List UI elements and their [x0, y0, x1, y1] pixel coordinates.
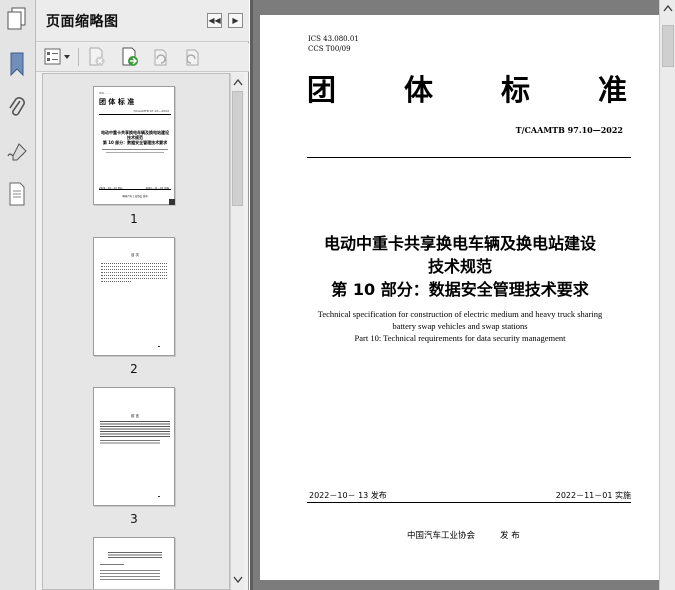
thumbnails-toolbar [36, 43, 249, 72]
thumb-page-mark [158, 346, 160, 347]
thumb-rule [99, 189, 171, 190]
options-menu-button[interactable] [44, 47, 72, 67]
thumb-toc-heading: 目 次 [130, 253, 140, 257]
insert-pages-button[interactable] [119, 47, 141, 67]
ccs-code: CCS T00/09 [308, 45, 351, 53]
title-line2: 技术规范 [427, 257, 492, 276]
publisher-action: 发 布 [500, 531, 520, 541]
ics-code: ICS 43.080.01 [308, 35, 359, 43]
header-rule [307, 157, 631, 158]
thumbnails-scrollbar[interactable] [230, 73, 244, 590]
rotate-right-icon [186, 49, 199, 66]
double-chevron-left-icon: ◀◀ [208, 15, 221, 25]
page-thumbnail-3[interactable]: 前 言 [93, 387, 175, 506]
toolbar-separator [78, 48, 79, 66]
thumb-text-block [100, 570, 160, 580]
thumb-foreword-heading: 前 言 [130, 414, 140, 418]
pdf-viewer-window: 页面缩略图 ◀◀ ▶ ICS ······· 团 体 标 准 T/CAAMTB … [0, 0, 675, 590]
current-page-marker [169, 199, 175, 205]
thumb-ics: ICS ······· [99, 91, 112, 95]
thumb-toc-line [101, 272, 167, 273]
collapse-panel-button[interactable]: ◀◀ [207, 13, 222, 28]
thumb-en-line [102, 149, 168, 150]
implementation-date: 2022－11－01 实施 [555, 491, 631, 500]
thumb-text-block [108, 552, 162, 559]
thumb-toc-line [101, 281, 131, 282]
scroll-up-icon[interactable] [233, 78, 243, 86]
document-heading: 团 体 标 准 [307, 67, 627, 109]
expand-panel-button[interactable]: ▶ [228, 13, 243, 28]
thumb-text-line [100, 564, 124, 565]
thumb-toc-line [101, 266, 167, 267]
heading-char: 体 [403, 73, 433, 107]
thumbnail-page-number: 1 [130, 212, 138, 226]
thumb-heading: 团 体 标 准 [99, 98, 135, 106]
title-line3: 第 10 部分：数据安全管理技术要求 [331, 280, 589, 299]
english-title-line2: battery swap vehicles and swap stations [392, 321, 528, 331]
document-view: ICS 43.080.01 CCS T00/09 团 体 标 准 T/CAAMT… [250, 0, 675, 590]
thumb-toc-line [101, 263, 167, 264]
title-line1: 电动中重卡共享换电车辆及换电站建设 [323, 234, 596, 253]
page-thumbnail-2[interactable]: 目 次 [93, 237, 175, 356]
document-title: 电动中重卡共享换电车辆及换电站建设 技术规范 第 10 部分：数据安全管理技术要… [280, 232, 640, 301]
layers-page-icon[interactable] [4, 180, 30, 208]
page-thumbnail-1[interactable]: ICS ······· 团 体 标 准 T/CAAMTB 97.10—2022 … [93, 86, 175, 205]
heading-char: 准 [597, 73, 627, 107]
scroll-thumb[interactable] [662, 25, 674, 67]
document-page: ICS 43.080.01 CCS T00/09 团 体 标 准 T/CAAMT… [260, 15, 660, 580]
thumb-toc-line [101, 269, 167, 270]
thumb-page-mark [158, 496, 160, 497]
thumb-title-line3: 第 10 部分：数据安全管理技术要求 [102, 140, 168, 145]
attachments-icon[interactable] [4, 94, 30, 122]
list-options-icon [44, 48, 70, 65]
navigation-rail [0, 0, 36, 590]
thumb-text-block [100, 421, 170, 437]
rotate-left-button[interactable] [149, 47, 171, 67]
chevron-right-icon: ▶ [232, 15, 239, 25]
publisher: 中国汽车工业协会 [407, 531, 476, 541]
thumb-toc-line [101, 278, 167, 279]
document-scrollbar[interactable] [659, 0, 675, 590]
thumb-rule [99, 114, 171, 115]
insert-page-icon [122, 47, 138, 66]
thumb-publisher: 中国汽车工业协会 发布 [122, 195, 148, 198]
thumb-toc-line [101, 275, 167, 276]
thumb-en-line [106, 152, 164, 153]
page-thumbnail-4[interactable] [93, 537, 175, 589]
scroll-up-icon[interactable] [663, 4, 673, 12]
delete-pages-button[interactable] [86, 47, 108, 67]
english-title-line1: Technical specification for construction… [317, 309, 603, 319]
thumbnail-page-number: 2 [130, 362, 138, 376]
rotate-left-icon [154, 49, 167, 66]
signatures-icon[interactable] [4, 138, 30, 166]
scroll-thumb[interactable] [232, 91, 243, 206]
scroll-down-icon[interactable] [233, 576, 243, 584]
english-title-line3: Part 10: Technical requirements for data… [354, 333, 566, 343]
heading-char: 团 [307, 73, 337, 107]
heading-char: 标 [500, 73, 530, 107]
thumb-code: T/CAAMTB 97.10—2022 [133, 109, 169, 113]
page-thumbnails-icon[interactable] [4, 5, 30, 33]
bookmarks-icon[interactable] [4, 50, 30, 78]
english-title: Technical specification for construction… [270, 308, 650, 344]
thumbnail-list[interactable]: ICS ······· 团 体 标 准 T/CAAMTB 97.10—2022 … [42, 73, 230, 590]
thumb-title: 电动中重卡共享换电车辆及换电站建设 技术规范 第 10 部分：数据安全管理技术要… [97, 130, 173, 145]
publication-date: 2022－10－ 13 发布 [309, 491, 387, 500]
panel-header: 页面缩略图 ◀◀ ▶ [36, 0, 249, 42]
standard-code: T/CAAMTB 97.10—2022 [515, 125, 623, 135]
thumbnail-page-number: 3 [130, 512, 138, 526]
thumb-text-block [100, 440, 160, 444]
footer-rule [307, 502, 631, 503]
panel-title: 页面缩略图 [46, 14, 119, 30]
delete-page-icon [89, 47, 105, 66]
thumbnails-panel: 页面缩略图 ◀◀ ▶ ICS ······· 团 体 标 准 T/CAAMTB … [36, 0, 249, 590]
rotate-right-button[interactable] [181, 47, 203, 67]
